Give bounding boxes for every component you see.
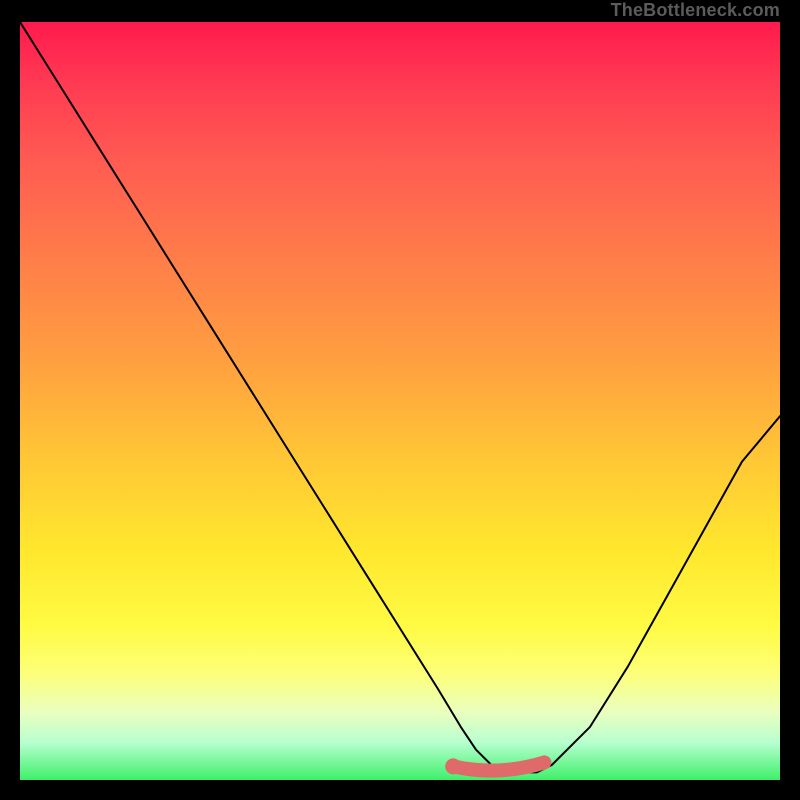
optimum-dot: [445, 758, 461, 774]
watermark-text: TheBottleneck.com: [611, 0, 780, 22]
bottleneck-curve: [20, 22, 780, 772]
chart-frame: TheBottleneck.com: [20, 0, 780, 780]
plot-area: [20, 22, 780, 780]
optimum-range-mark: [453, 762, 544, 770]
bottleneck-curve-svg: [20, 22, 780, 780]
